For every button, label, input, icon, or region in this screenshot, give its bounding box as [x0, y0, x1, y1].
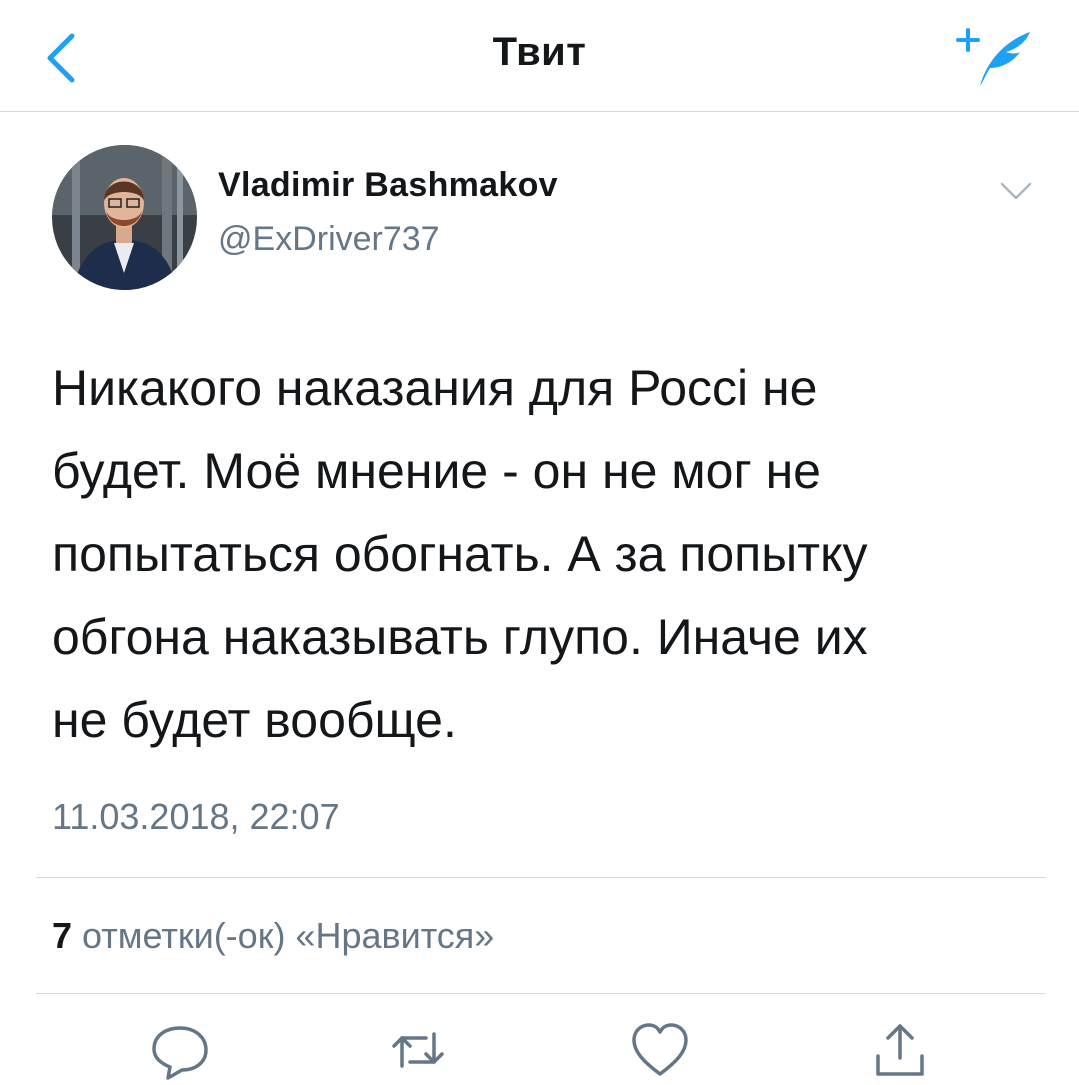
author-name[interactable]: Vladimir Bashmakov — [218, 166, 558, 205]
chevron-down-icon — [1000, 182, 1032, 200]
reply-icon — [152, 1026, 208, 1080]
like-icon — [632, 1023, 688, 1076]
retweet-icon — [392, 1032, 444, 1068]
like-button[interactable] — [630, 1020, 690, 1080]
page-title: Твит — [492, 30, 587, 74]
tweet-text: Никакого наказания для Россi не будет. М… — [52, 360, 868, 748]
retweet-button[interactable] — [388, 1020, 448, 1080]
tweet-timestamp: 11.03.2018, 22:07 — [52, 796, 340, 837]
share-button[interactable] — [870, 1020, 930, 1080]
profile-photo — [52, 145, 197, 290]
likes-count: 7 — [52, 915, 73, 956]
navigation-bar: Твит — [0, 0, 1079, 112]
likes-label: отметки(-ок) «Нравится» — [82, 915, 495, 956]
compose-button[interactable] — [950, 24, 1036, 94]
reply-button[interactable] — [150, 1020, 210, 1080]
divider — [36, 993, 1046, 994]
compose-tweet-icon — [956, 28, 1030, 86]
author-handle[interactable]: @ExDriver737 — [218, 220, 440, 259]
avatar[interactable] — [52, 145, 197, 290]
divider — [36, 877, 1046, 878]
more-options-button[interactable] — [996, 176, 1036, 206]
share-icon — [876, 1024, 924, 1076]
likes-summary[interactable]: 7 отметки(-ок) «Нравится» — [52, 915, 494, 957]
